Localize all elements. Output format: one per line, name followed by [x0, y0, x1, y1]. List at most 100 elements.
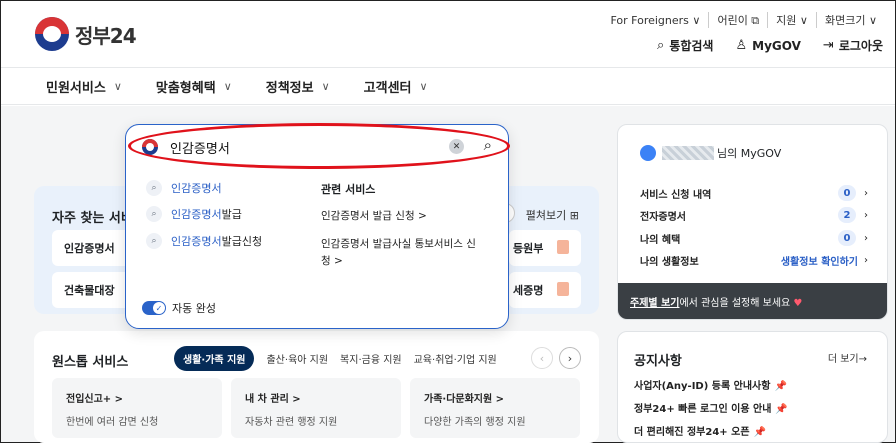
- notice-item-text: 사업자(Any-ID) 등록 안내사항: [634, 381, 771, 392]
- expand-button[interactable]: 펼쳐보기 ⊞: [526, 207, 579, 223]
- suggestion-item[interactable]: ⌕ 인감증명서 발급신청: [146, 233, 262, 249]
- government-emblem-icon: [35, 17, 69, 51]
- suggestion-highlight: 인감증명서: [171, 208, 222, 221]
- row-label: 서비스 신청 내역: [640, 189, 712, 201]
- suggestion-rest: 발급: [221, 208, 242, 221]
- tile-register[interactable]: 등원부: [509, 230, 581, 266]
- main-nav: 민원서비스 ∨ 맞춤형혜택 ∨ 정책정보 ∨ 고객센터 ∨: [1, 67, 895, 105]
- tile-label: 인감증명서: [64, 242, 115, 255]
- nav-policy-info[interactable]: 정책정보 ∨: [266, 77, 330, 96]
- search-icon: ⌕: [657, 38, 665, 53]
- document-icon: [557, 240, 569, 254]
- search-input[interactable]: 인감증명서: [170, 138, 230, 157]
- chevron-right-icon: ›: [864, 232, 868, 244]
- screen-size-link[interactable]: 화면크기 ∨: [815, 12, 885, 28]
- related-service-link-continued[interactable]: 청 >: [321, 253, 343, 270]
- notice-item-text: 정부24+ 빠른 로그인 이용 안내: [634, 404, 772, 415]
- support-link[interactable]: 지원 ∨: [767, 12, 816, 28]
- mygov-panel: 님의 MyGOV 서비스 신청 내역 0 › 전자증명서 2 › 나의 혜택 0 › …: [617, 124, 888, 320]
- notice-item[interactable]: 더 편리해진 정부24+ 오픈 📌: [634, 423, 766, 438]
- nav-customer-center[interactable]: 고객센터 ∨: [364, 77, 428, 96]
- chevron-right-icon[interactable]: ›: [559, 347, 581, 369]
- chip-welfare-finance[interactable]: 복지·금융 지원: [340, 351, 402, 366]
- tile-seal-certificate[interactable]: 인감증명서: [52, 230, 132, 266]
- mygov-label: MyGOV: [752, 38, 801, 53]
- chevron-right-icon: ›: [864, 187, 868, 199]
- footer-text: 에서 관심을 설정해 보세요: [679, 298, 791, 309]
- mygov-button[interactable]: ♙ MyGOV: [735, 38, 800, 53]
- suggestion-highlight: 인감증명서: [171, 182, 222, 195]
- service-card-desc: 다양한 가족의 행정 지원: [424, 417, 526, 428]
- autocomplete-label: 자동 완성: [172, 302, 216, 315]
- suggestion-item[interactable]: ⌕ 인감증명서 발급: [146, 206, 242, 222]
- chevron-down-icon: ∨: [223, 79, 232, 93]
- one-stop-services-card: 원스톱 서비스 생활·가족 지원 출산·육아 지원 복지·금융 지원 교육·취업…: [34, 331, 599, 443]
- autocomplete-toggle[interactable]: 자동 완성: [142, 300, 216, 316]
- chevron-down-icon: ∨: [419, 79, 428, 93]
- integrated-search-button[interactable]: ⌕ 통합검색: [657, 37, 713, 54]
- mygov-row-benefits[interactable]: 나의 혜택 0 ›: [640, 230, 868, 246]
- row-label: 나의 혜택: [640, 234, 681, 246]
- nav-civil-services[interactable]: 민원서비스 ∨: [46, 77, 122, 96]
- row-label: 전자증명서: [640, 211, 686, 223]
- service-card-car[interactable]: 내 차 관리 > 자동차 관련 행정 지원: [231, 378, 401, 438]
- integrated-search-label: 통합검색: [669, 39, 714, 53]
- service-card-title: 내 차 관리 >: [245, 394, 301, 405]
- search-icon: ⌕: [146, 180, 162, 196]
- frequent-services-title: 자주 찾는 서비: [52, 211, 133, 226]
- tile-label: 등원부: [513, 242, 544, 255]
- related-service-link[interactable]: 인감증명서 발급사실 통보서비스 신: [321, 236, 476, 253]
- service-card-title: 가족·다문화지원 >: [424, 394, 505, 405]
- mygov-row-e-certificates[interactable]: 전자증명서 2 ›: [640, 207, 868, 223]
- chevron-left-icon[interactable]: ‹: [531, 347, 553, 369]
- count-badge: 0: [838, 185, 856, 201]
- chevron-down-icon: ∨: [113, 79, 122, 93]
- logout-label: 로그아웃: [838, 39, 883, 53]
- one-stop-title: 원스톱 서비스: [52, 355, 129, 370]
- utility-links: For Foreigners ∨ 어린이 ⧉ 지원 ∨ 화면크기 ∨: [602, 12, 885, 28]
- related-service-link[interactable]: 인감증명서 발급 신청 >: [321, 208, 427, 225]
- for-foreigners-link[interactable]: For Foreigners ∨: [602, 14, 708, 27]
- notice-item[interactable]: 사업자(Any-ID) 등록 안내사항 📌: [634, 377, 787, 392]
- topic-view-link[interactable]: 주제별 보기: [630, 298, 679, 309]
- redacted-username: [662, 146, 714, 160]
- service-card-move-in[interactable]: 전입신고+ > 한번에 여러 감면 신청: [52, 378, 222, 438]
- category-chips: 생활·가족 지원 출산·육아 지원 복지·금융 지원 교육·취업·기업 지원: [174, 346, 509, 371]
- life-info-link[interactable]: 생활정보 확인하기: [781, 253, 858, 268]
- chip-birth-childcare[interactable]: 출산·육아 지원: [266, 351, 328, 366]
- search-icon[interactable]: ⌕: [484, 136, 492, 154]
- notice-panel: 공지사항 더 보기→ 사업자(Any-ID) 등록 안내사항 📌 정부24+ 빠른…: [617, 331, 888, 443]
- heart-icon: ♥: [793, 298, 803, 309]
- search-icon: ⌕: [146, 233, 162, 249]
- related-services-title: 관련 서비스: [321, 183, 376, 196]
- notice-item-text: 더 편리해진 정부24+ 오픈: [634, 427, 750, 438]
- site-logo[interactable]: 정부24: [35, 17, 137, 51]
- toggle-switch[interactable]: [142, 301, 166, 315]
- logout-button[interactable]: ⇥ 로그아웃: [823, 37, 883, 54]
- notice-item[interactable]: 정부24+ 빠른 로그인 이용 안내 📌: [634, 400, 788, 415]
- tile-label: 건축물대장: [64, 284, 115, 297]
- greeting-text: 님의 MyGOV: [717, 147, 782, 160]
- kids-link[interactable]: 어린이 ⧉: [708, 12, 767, 28]
- service-card-desc: 한번에 여러 감면 신청: [66, 417, 159, 428]
- tile-building-register[interactable]: 건축물대장: [52, 272, 132, 308]
- clear-icon[interactable]: ✕: [449, 139, 464, 154]
- tile-label: 세증명: [513, 284, 544, 297]
- site-header: 정부24 For Foreigners ∨ 어린이 ⧉ 지원 ∨ 화면크기 ∨ …: [1, 1, 895, 67]
- mygov-row-applications[interactable]: 서비스 신청 내역 0 ›: [640, 185, 868, 201]
- chevron-right-icon: ›: [864, 209, 868, 221]
- nav-label: 맞춤형혜택: [155, 80, 216, 96]
- service-card-family[interactable]: 가족·다문화지원 > 다양한 가족의 행정 지원: [410, 378, 580, 438]
- logo-text: 정부24: [75, 23, 137, 48]
- suggestion-item[interactable]: ⌕ 인감증명서: [146, 180, 222, 196]
- suggestion-rest: 발급신청: [221, 235, 263, 248]
- chip-life-family[interactable]: 생활·가족 지원: [174, 346, 255, 371]
- chevron-right-icon: ›: [864, 255, 868, 266]
- nav-custom-benefits[interactable]: 맞춤형혜택 ∨: [156, 77, 232, 96]
- tile-tax-certificate[interactable]: 세증명: [509, 272, 581, 308]
- mygov-row-life-info[interactable]: 나의 생활정보 생활정보 확인하기 ›: [640, 253, 868, 268]
- nav-label: 정책정보: [265, 80, 314, 96]
- chip-education-employment[interactable]: 교육·취업·기업 지원: [414, 351, 497, 366]
- notice-more-link[interactable]: 더 보기→: [828, 350, 867, 365]
- user-actions: ⌕ 통합검색 ♙ MyGOV ⇥ 로그아웃: [635, 37, 883, 54]
